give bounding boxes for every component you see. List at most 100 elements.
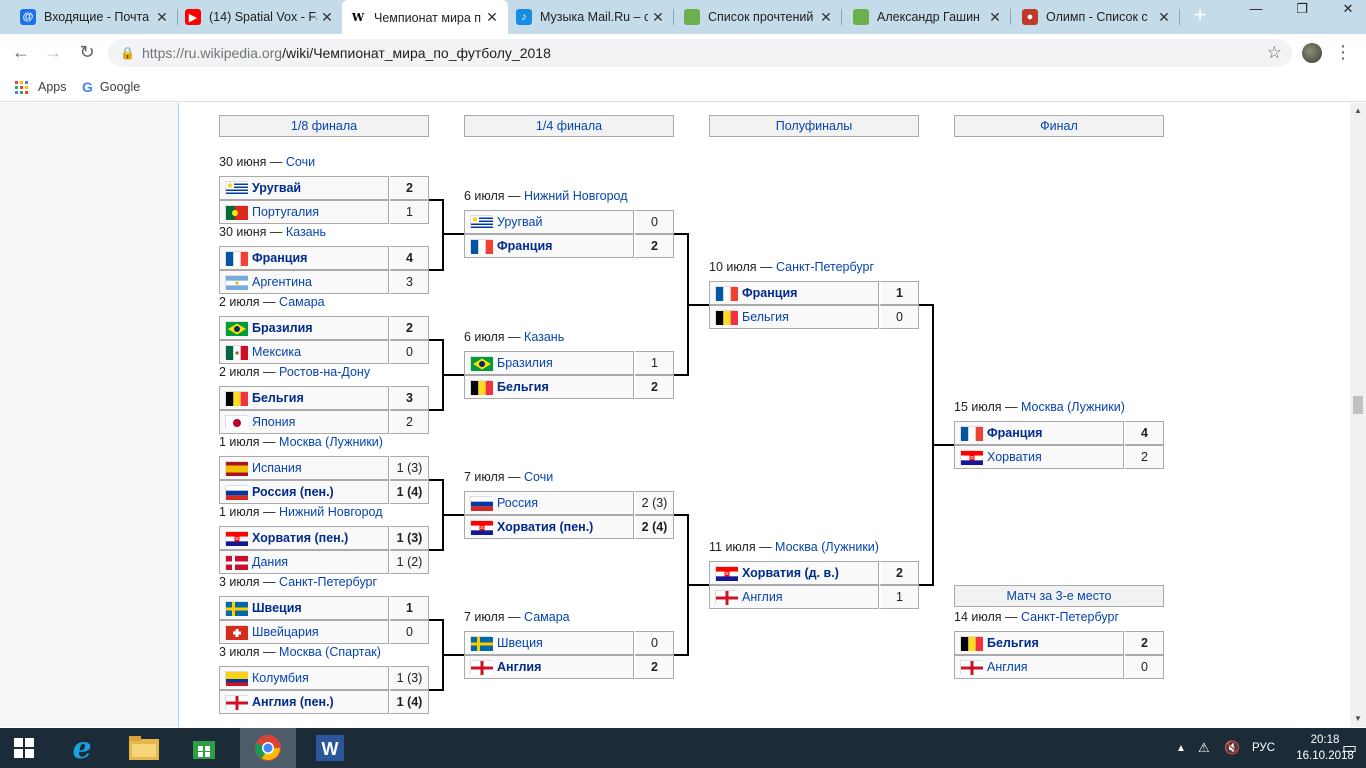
team-cell[interactable]: Хорватия (пен.) [219,526,389,550]
team-name[interactable]: Швеция [252,601,302,615]
start-button[interactable] [0,728,48,768]
team-name[interactable]: Швейцария [252,625,319,639]
team-name[interactable]: Англия [497,660,541,674]
back-button[interactable]: ← [8,41,34,65]
team-name[interactable]: Франция [742,286,797,300]
browser-tab[interactable]: Александр Гашин ✕ [845,0,1011,34]
team-name[interactable]: Франция [987,426,1042,440]
team-name[interactable]: Хорватия (пен.) [252,531,348,545]
tray-chevron-icon[interactable]: ▲ [1176,728,1186,768]
bookmark-google[interactable]: G Google [82,77,140,97]
venue-link[interactable]: Санкт-Петербург [776,260,874,274]
team-name[interactable]: Франция [497,239,552,253]
tab-close-icon[interactable]: ✕ [985,9,1005,26]
team-name[interactable]: Хорватия [987,450,1042,464]
team-cell[interactable]: Бельгия [464,375,634,399]
team-cell[interactable]: Россия [464,491,634,515]
team-cell[interactable]: Бразилия [219,316,389,340]
venue-link[interactable]: Самара [524,610,570,624]
store-icon[interactable] [180,728,228,768]
team-name[interactable]: Англия [742,590,783,604]
file-explorer-icon[interactable] [120,728,168,768]
round-header[interactable]: Финал [954,115,1164,137]
bookmark-star-icon[interactable]: ☆ [1267,39,1282,67]
team-name[interactable]: Бельгия [497,380,549,394]
team-cell[interactable]: Россия (пен.) [219,480,389,504]
bookmark-apps[interactable]: Apps [15,77,67,97]
team-name[interactable]: Бразилия [497,356,553,370]
team-name[interactable]: Бельгия [987,636,1039,650]
address-bar[interactable]: 🔒 https://ru.wikipedia.org/wiki/Чемпиона… [108,39,1292,67]
venue-link[interactable]: Москва (Спартак) [279,645,381,659]
team-cell[interactable]: Уругвай [464,210,634,234]
third-place-header[interactable]: Матч за 3-е место [954,585,1164,607]
notifications-icon[interactable]: ▭ [1342,728,1357,768]
team-name[interactable]: Хорватия (пен.) [497,520,593,534]
venue-link[interactable]: Ростов-на-Дону [279,365,370,379]
profile-avatar[interactable] [1302,43,1322,63]
venue-link[interactable]: Нижний Новгород [524,189,628,203]
team-cell[interactable]: Англия [464,655,634,679]
reload-button[interactable]: ↻ [74,41,100,65]
team-cell[interactable]: Франция [219,246,389,270]
team-name[interactable]: Хорватия (д. в.) [742,566,839,580]
venue-link[interactable]: Санкт-Петербург [279,575,377,589]
venue-link[interactable]: Казань [286,225,326,239]
team-cell[interactable]: Япония [219,410,389,434]
team-name[interactable]: Колумбия [252,671,309,685]
team-cell[interactable]: Аргентина [219,270,389,294]
team-cell[interactable]: Португалия [219,200,389,224]
venue-link[interactable]: Санкт-Петербург [1021,610,1119,624]
team-name[interactable]: Бельгия [252,391,304,405]
team-cell[interactable]: Бельгия [709,305,879,329]
internet-explorer-icon[interactable]: e [58,728,106,768]
team-name[interactable]: Англия [987,660,1028,674]
browser-tab[interactable]: @ Входящие - Почта ✕ [12,0,178,34]
team-cell[interactable]: Хорватия (д. в.) [709,561,879,585]
browser-tab[interactable]: ♪ Музыка Mail.Ru – с ✕ [508,0,674,34]
team-name[interactable]: Уругвай [497,215,542,229]
tab-close-icon[interactable]: ✕ [152,9,172,26]
vertical-scrollbar[interactable]: ▲ ▼ [1350,103,1366,727]
venue-link[interactable]: Нижний Новгород [279,505,383,519]
team-name[interactable]: Португалия [252,205,319,219]
team-cell[interactable]: Хорватия (пен.) [464,515,634,539]
venue-link[interactable]: Москва (Лужники) [775,540,879,554]
team-cell[interactable]: Уругвай [219,176,389,200]
team-cell[interactable]: Бельгия [219,386,389,410]
scroll-down-icon[interactable]: ▼ [1350,711,1366,727]
close-window-button[interactable]: ✕ [1330,0,1366,20]
team-name[interactable]: Испания [252,461,302,475]
network-icon[interactable]: ⚠ [1198,728,1210,768]
team-name[interactable]: Россия (пен.) [252,485,334,499]
team-cell[interactable]: Франция [464,234,634,258]
scroll-thumb[interactable] [1353,396,1363,414]
round-header[interactable]: 1/8 финала [219,115,429,137]
tab-close-icon[interactable]: ✕ [317,9,337,26]
team-name[interactable]: Бельгия [742,310,789,324]
browser-tab[interactable]: Список прочтений ✕ [676,0,842,34]
venue-link[interactable]: Москва (Лужники) [279,435,383,449]
team-cell[interactable]: Англия [709,585,879,609]
browser-tab[interactable]: W Чемпионат мира п ✕ [342,0,508,35]
team-name[interactable]: Мексика [252,345,301,359]
team-name[interactable]: Уругвай [252,181,301,195]
word-icon[interactable]: W [306,728,354,768]
venue-link[interactable]: Сочи [524,470,553,484]
browser-tab[interactable]: ● Олимп - Список с ✕ [1014,0,1180,34]
round-header[interactable]: 1/4 финала [464,115,674,137]
team-name[interactable]: Дания [252,555,288,569]
menu-kebab-icon[interactable]: ⋮ [1334,41,1352,63]
restore-button[interactable]: ❐ [1284,0,1320,20]
new-tab-button[interactable]: + [1188,4,1212,28]
browser-tab[interactable]: ▶ (14) Spatial Vox - Fa ✕ [177,0,343,34]
minimize-button[interactable]: — [1238,0,1274,20]
tab-close-icon[interactable]: ✕ [648,9,668,26]
team-name[interactable]: Бразилия [252,321,313,335]
team-name[interactable]: Аргентина [252,275,312,289]
team-cell[interactable]: Франция [709,281,879,305]
team-cell[interactable]: Швеция [219,596,389,620]
round-header[interactable]: Полуфиналы [709,115,919,137]
team-name[interactable]: Англия (пен.) [252,695,334,709]
venue-link[interactable]: Казань [524,330,564,344]
